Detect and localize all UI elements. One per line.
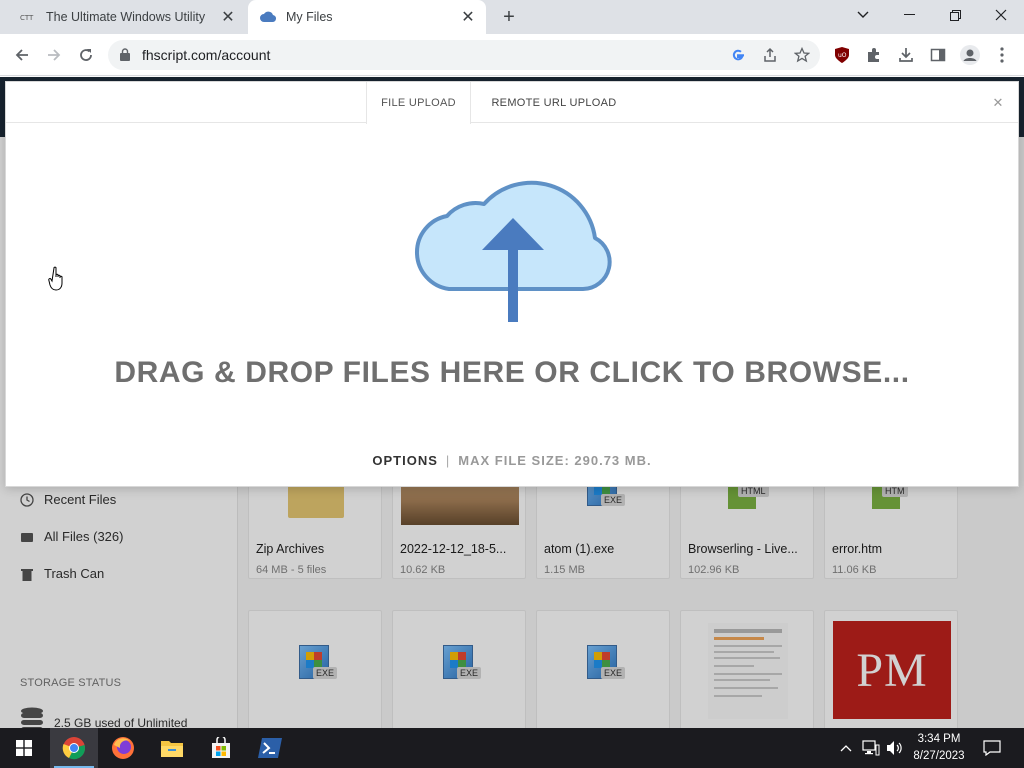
notifications-icon[interactable]: [978, 728, 1006, 768]
clock-time: 3:34 PM: [917, 733, 961, 745]
tab-search-chevron-icon[interactable]: [840, 0, 886, 30]
cloud-upload-icon[interactable]: [409, 168, 617, 329]
url-text[interactable]: fhscript.com/account: [142, 47, 270, 63]
address-bar[interactable]: fhscript.com/account: [108, 40, 820, 70]
tab-file-upload[interactable]: FILE UPLOAD: [366, 82, 471, 124]
ctt-icon: CTT: [20, 9, 36, 25]
powershell-icon[interactable]: [246, 728, 294, 768]
taskbar-clock[interactable]: 3:34 PM 8/27/2023: [906, 731, 972, 765]
file-explorer-icon[interactable]: [148, 728, 196, 768]
browser-toolbar: fhscript.com/account uO: [0, 34, 1024, 76]
forward-button[interactable]: [38, 39, 70, 71]
tab-title: My Files: [286, 10, 333, 24]
back-button[interactable]: [6, 39, 38, 71]
clock-date: 8/27/2023: [913, 750, 965, 762]
options-link[interactable]: OPTIONS: [372, 453, 438, 468]
new-tab-button[interactable]: +: [496, 5, 522, 29]
extensions-puzzle-icon[interactable]: [858, 39, 890, 71]
side-panel-icon[interactable]: [922, 39, 954, 71]
download-icon[interactable]: [890, 39, 922, 71]
cloud-icon: [260, 9, 276, 25]
upload-modal: FILE UPLOAD REMOTE URL UPLOAD ✕ DRAG & D…: [5, 81, 1019, 487]
store-icon[interactable]: [197, 728, 245, 768]
tab-title: The Ultimate Windows Utility: [46, 10, 206, 24]
separator: |: [445, 453, 451, 468]
restore-button[interactable]: [932, 0, 978, 30]
minimize-button[interactable]: [886, 0, 932, 30]
show-hidden-icons-chevron-icon[interactable]: [836, 728, 856, 768]
drop-zone-text[interactable]: DRAG & DROP FILES HERE OR CLICK TO BROWS…: [6, 356, 1018, 390]
chrome-icon[interactable]: [50, 728, 98, 768]
google-icon[interactable]: [728, 45, 748, 65]
windows-start-icon[interactable]: [0, 728, 48, 768]
close-tab-icon[interactable]: ✕: [458, 7, 478, 27]
max-file-size-text: MAX FILE SIZE: 290.73 MB.: [458, 453, 652, 468]
tab-remote-url-upload[interactable]: REMOTE URL UPLOAD: [484, 82, 624, 123]
bookmark-star-icon[interactable]: [792, 45, 812, 65]
firefox-icon[interactable]: [99, 728, 147, 768]
svg-text:uO: uO: [838, 52, 847, 59]
windows-taskbar: 3:34 PM 8/27/2023: [0, 728, 1024, 768]
browser-tab-strip: CTT The Ultimate Windows Utility ✕ My Fi…: [0, 0, 1024, 34]
ublock-extension-icon[interactable]: uO: [826, 39, 858, 71]
upload-modal-tabs: FILE UPLOAD REMOTE URL UPLOAD ✕: [6, 82, 1018, 124]
browser-menu-icon[interactable]: [986, 39, 1018, 71]
close-icon[interactable]: ✕: [990, 95, 1006, 111]
volume-icon[interactable]: [884, 728, 906, 768]
reload-button[interactable]: [70, 39, 102, 71]
svg-text:CTT: CTT: [20, 14, 34, 22]
upload-options-row: OPTIONS | MAX FILE SIZE: 290.73 MB.: [6, 453, 1018, 468]
close-window-button[interactable]: [978, 0, 1024, 30]
share-icon[interactable]: [760, 45, 780, 65]
lock-icon[interactable]: [120, 48, 130, 66]
browser-tab-my-files[interactable]: My Files ✕: [248, 0, 486, 34]
close-tab-icon[interactable]: ✕: [218, 7, 238, 27]
network-icon[interactable]: [860, 728, 882, 768]
hand-cursor-icon: [48, 266, 66, 297]
profile-avatar-icon[interactable]: [954, 39, 986, 71]
browser-tab-windows-utility[interactable]: CTT The Ultimate Windows Utility ✕: [8, 0, 246, 34]
